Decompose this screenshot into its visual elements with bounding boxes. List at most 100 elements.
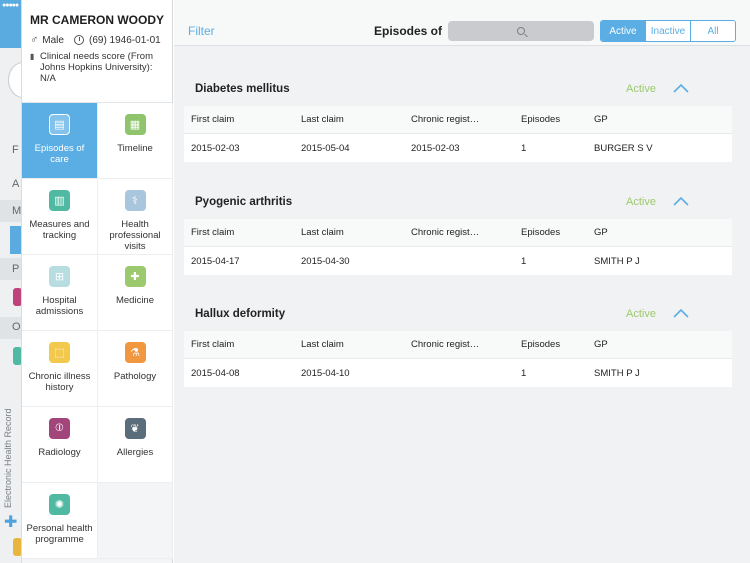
toolbar: Filter Episodes of Active Inactive All [174,0,750,46]
sidebar-tab-label: Electronic Health Record [3,408,13,508]
menu-tile-label: Episodes of care [34,143,85,165]
table-cell: 1 [521,255,527,267]
menu-tile-label: Allergies [116,447,154,458]
background-icon [13,347,21,365]
patient-name: MR CAMERON WOODY [30,13,164,27]
main-pane: Filter Episodes of Active Inactive All D… [174,0,750,563]
column-header: Chronic regist… [411,227,480,238]
add-icon[interactable]: ✚ [4,512,17,532]
menu-tile-lungs[interactable]: ⦶ Radiology [22,407,98,483]
wheat-icon: ❦ [124,418,146,439]
table-cell: 2015-02-03 [411,142,460,154]
chevron-up-icon[interactable] [673,196,689,206]
background-letter: O [12,321,21,333]
programme-icon: ✺ [49,494,70,515]
menu-tile-label: Hospital admissions [35,295,84,317]
background-letter: P [12,263,20,275]
background-avatar [8,62,21,98]
gender-info: ♂ Male [30,34,74,46]
background-selection [10,226,21,254]
column-header: First claim [191,227,235,238]
table-cell: 1 [521,142,527,154]
background-letter: M [12,205,22,217]
episode-table: First claim Last claim Chronic regist… Epis… [184,219,732,275]
menu-tile-measures[interactable]: ▥ Measures and tracking [22,179,98,255]
menu-tile-label: Pathology [113,371,157,382]
episode-title: Diabetes mellitus [195,83,290,95]
menu-tile-wheat[interactable]: ❦ Allergies [98,407,173,483]
menu-tile-label: Personal health programme [26,523,93,545]
sidebar-vertical-tab[interactable]: Electronic Health Record [3,400,17,510]
table-row[interactable]: 2015-02-03 2015-05-04 2015-02-03 1 BURGER S … [184,134,732,162]
episode-header: Pyogenic arthritis Active [184,189,732,215]
filter-button[interactable]: Filter [188,24,215,38]
chronic-icon: ⬚ [49,342,70,363]
page-title: Episodes of [374,24,443,38]
search-input[interactable] [448,21,594,41]
menu-tile-episodes[interactable]: ▤ Episodes of care [22,103,98,179]
search-icon [517,27,525,35]
column-header: GP [594,227,608,238]
signal-icon: ●●●●● [2,2,19,9]
episode-status: Active [626,83,656,95]
table-cell: SMITH P J [594,367,640,379]
column-header: GP [594,339,608,350]
table-cell: BURGER S V [594,142,653,154]
chevron-up-icon[interactable] [673,83,689,93]
clinical-score-row: ▮ Clinical needs score (From Johns Hopki… [30,51,166,84]
menu-tile-label: Health professional visits [109,219,161,252]
microscope-icon: ⚗ [124,342,146,363]
male-icon: ♂ [30,34,39,46]
episode-card: Hallux deformity Active First claim Last cl… [184,301,732,387]
column-header: Chronic regist… [411,339,480,350]
patient-panel: MR CAMERON WOODY ♂ Male (69) 1946-01-01 … [22,0,173,563]
background-letter: A [12,178,20,190]
table-cell: 2015-04-08 [191,367,240,379]
timeline-icon: ▦ [124,114,146,135]
menu-tile-hospital[interactable]: ⊞ Hospital admissions [22,255,98,331]
score-bars-icon: ▮ [30,52,35,61]
menu-tile-timeline[interactable]: ▦ Timeline [98,103,173,179]
segment-all[interactable]: All [691,21,735,41]
stethoscope-icon: ⚕ [124,190,146,211]
episodes-icon: ▤ [49,114,70,135]
table-row[interactable]: 2015-04-08 2015-04-10 1 SMITH P J [184,359,732,387]
menu-tile-label: Measures and tracking [29,219,90,241]
table-cell: 2015-05-04 [301,142,350,154]
table-row[interactable]: 2015-04-17 2015-04-30 1 SMITH P J [184,247,732,275]
chevron-up-icon[interactable] [673,308,689,318]
menu-tile-programme[interactable]: ✺ Personal health programme [22,483,98,559]
age-dob: (69) 1946-01-01 [89,34,161,46]
episode-card: Pyogenic arthritis Active First claim Last … [184,189,732,275]
menu-tile-chronic[interactable]: ⬚ Chronic illness history [22,331,98,407]
segment-inactive[interactable]: Inactive [646,21,691,41]
episode-header: Hallux deformity Active [184,301,732,327]
table-cell: SMITH P J [594,255,640,267]
column-header: First claim [191,114,235,125]
column-header: Chronic regist… [411,114,480,125]
table-header-row: First claim Last claim Chronic regist… Epis… [184,331,732,359]
background-letter: F [12,144,19,156]
background-app-strip: ●●●●● F A M P O Electronic Health Record… [0,0,22,563]
episode-status: Active [626,196,656,208]
menu-tile-label: Radiology [38,447,81,458]
menu-tile-label: Medicine [115,295,155,306]
menu-tile-microscope[interactable]: ⚗ Pathology [98,331,173,407]
menu-empty-cell [98,483,173,559]
table-cell: 2015-04-17 [191,255,240,267]
medicine-icon: ✚ [124,266,146,287]
gender-label: Male [42,34,64,46]
menu-tile-label: Chronic illness history [28,371,91,393]
episode-table: First claim Last claim Chronic regist… Epis… [184,331,732,387]
record-menu: ▤ Episodes of care ▦ Timeline ▥ Measures and … [22,103,173,559]
background-icon [13,288,21,306]
column-header: Last claim [301,339,344,350]
column-header: Episodes [521,227,561,238]
clock-icon [74,35,84,45]
menu-tile-stethoscope[interactable]: ⚕ Health professional visits [98,179,173,255]
segment-active[interactable]: Active [601,21,646,41]
table-cell: 2015-04-30 [301,255,350,267]
menu-tile-medicine[interactable]: ✚ Medicine [98,255,173,331]
clinical-score: Clinical needs score (From Johns Hopkins… [40,51,153,84]
lungs-icon: ⦶ [49,418,70,439]
